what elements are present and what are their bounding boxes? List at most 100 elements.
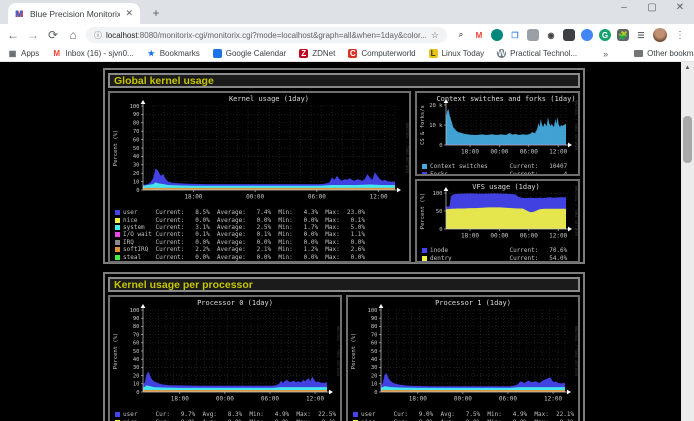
legend-swatch: [422, 172, 427, 176]
svg-text:50: 50: [133, 349, 140, 355]
bookmark-computerworld[interactable]: CComputerworld: [348, 49, 415, 58]
search-icon[interactable]: ⌕: [455, 29, 467, 41]
eye-icon[interactable]: ◉: [545, 29, 557, 41]
bookmark-inbox-16-sjvn0-[interactable]: MInbox (16) - sjvn0...: [52, 49, 133, 58]
tab-title: Blue Precision Monitorix: [30, 9, 120, 19]
page-info-icon[interactable]: ⓘ: [94, 30, 102, 41]
bookmark-google-calendar[interactable]: Google Calendar: [213, 49, 286, 58]
svg-text:100: 100: [130, 104, 140, 110]
bookmark-zdnet[interactable]: ZZDNet: [299, 49, 335, 58]
legend-text: user Current: 8.5% Average: 7.4% Min: 4.…: [123, 209, 365, 216]
star-icon: ★: [147, 49, 156, 58]
bookmark-linux-today[interactable]: L Linux Today: [429, 49, 485, 58]
kernel-usage-chart: 010203040506070809010018:0000:0006:0012:…: [110, 93, 409, 203]
svg-text:10: 10: [133, 179, 140, 185]
reload-icon[interactable]: ⟳: [46, 28, 60, 42]
processor-0-graph[interactable]: 010203040506070809010018:0000:0006:0012:…: [108, 295, 342, 421]
extensions-puzzle-icon[interactable]: 🧩: [617, 29, 629, 41]
svg-text:10 k: 10 k: [429, 123, 443, 129]
tab-blue-precision-monitorix[interactable]: M Blue Precision Monitorix ✕: [8, 3, 140, 24]
bookmark-practical-technol-[interactable]: WPractical Technol...: [497, 49, 577, 58]
new-tab-button[interactable]: +: [148, 6, 164, 22]
processor-1-legend: user Cur: 9.0% Avg: 7.5% Min: 4.9% Max: …: [348, 410, 578, 421]
context-switches-graph[interactable]: 010 k20 k18:0000:0006:0012:00Context swi…: [415, 91, 580, 176]
svg-text:20: 20: [133, 171, 140, 177]
legend-text: Context switches Current: 10407: [430, 163, 567, 170]
svg-text:40: 40: [133, 154, 140, 160]
gray-ext-icon[interactable]: [527, 29, 539, 41]
bookmark-label: Google Calendar: [226, 49, 286, 58]
bookmark-apps[interactable]: ▦Apps: [8, 49, 39, 58]
other-bookmarks[interactable]: Other bookmarks: [634, 49, 694, 58]
browser-menu-icon[interactable]: ⋮: [675, 30, 685, 41]
forward-icon[interactable]: →: [26, 28, 40, 42]
vfs-usage-legend: inode Current: 70.6%dentry Current: 54.0…: [417, 246, 578, 263]
bookmark-label: Linux Today: [442, 49, 485, 58]
svg-text:60: 60: [133, 137, 140, 143]
svg-text:Kernel usage (1day): Kernel usage (1day): [229, 95, 309, 103]
vertical-scrollbar[interactable]: ▲: [681, 62, 694, 421]
bookmark-label: Bookmarks: [160, 49, 200, 58]
legend-text: I/O wait Current: 0.1% Average: 0.1% Min…: [123, 231, 365, 238]
legend-row-nice: nice Current: 0.0% Average: 0.0% Min: 0.…: [115, 216, 409, 223]
svg-text:100: 100: [433, 191, 443, 197]
close-icon[interactable]: ✕: [674, 2, 686, 13]
browser-window: M Blue Precision Monitorix ✕ + – ▢ ✕ ← →…: [0, 0, 694, 421]
monitorix-page: Global kernel usage 01020304050607080901…: [0, 62, 681, 421]
svg-text:20 k: 20 k: [429, 103, 443, 109]
svg-text:RRDTOOL / TOBI OETIKER: RRDTOOL / TOBI OETIKER: [336, 326, 340, 377]
svg-text:RRDTOOL / TOBI OETIKER: RRDTOOL / TOBI OETIKER: [574, 186, 578, 237]
kernel-usage-graph[interactable]: 010203040506070809010018:0000:0006:0012:…: [108, 91, 411, 263]
blue-oval-icon[interactable]: [581, 29, 593, 41]
legend-row-user: user Cur: 9.7% Avg: 8.3% Min: 4.9% Max: …: [115, 411, 340, 418]
svg-text:18:00: 18:00: [409, 396, 427, 403]
tab-strip: M Blue Precision Monitorix ✕ + – ▢ ✕: [0, 0, 694, 24]
section-global-kernel-usage: Global kernel usage 01020304050607080901…: [103, 68, 585, 264]
legend-row-system: system Current: 3.1% Average: 2.5% Min: …: [115, 224, 409, 231]
minimize-icon[interactable]: –: [618, 2, 630, 13]
scrollbar-thumb[interactable]: [683, 116, 692, 163]
bookmark-bookmarks[interactable]: ★ Bookmarks: [147, 49, 200, 58]
monitorix-favicon: M: [15, 9, 25, 19]
svg-text:90: 90: [133, 316, 140, 322]
legend-swatch: [422, 248, 427, 253]
svg-text:80: 80: [371, 324, 378, 330]
tab-close-icon[interactable]: ✕: [125, 8, 133, 19]
svg-text:50: 50: [371, 349, 378, 355]
legend-text: steal Current: 0.0% Average: 0.0% Min: 0…: [123, 254, 365, 261]
bookmarks-overflow-icon[interactable]: »: [603, 49, 608, 59]
back-icon[interactable]: ←: [6, 28, 20, 42]
svg-text:0: 0: [136, 188, 139, 194]
dark-ext-icon[interactable]: [563, 29, 575, 41]
processor-1-graph[interactable]: 010203040506070809010018:0000:0006:0012:…: [346, 295, 580, 421]
linux-today-icon: L: [429, 49, 438, 58]
vfs-usage-graph[interactable]: 05010018:0000:0006:0012:00VFS usage (1da…: [415, 179, 580, 263]
apps-grid-icon: ▦: [8, 49, 17, 58]
profile-avatar[interactable]: [653, 28, 667, 42]
gmail-icon[interactable]: M: [473, 29, 485, 41]
tune-list-icon[interactable]: ☰: [635, 29, 647, 41]
maximize-icon[interactable]: ▢: [646, 2, 658, 13]
scroll-up-arrow-icon[interactable]: ▲: [681, 62, 694, 74]
grammarly-icon[interactable]: G: [599, 29, 611, 41]
legend-swatch: [115, 262, 120, 263]
legend-text: user Cur: 9.7% Avg: 8.3% Min: 4.9% Max: …: [123, 411, 336, 418]
legend-text: IRQ Current: 0.0% Average: 0.0% Min: 0.0…: [123, 239, 365, 246]
folder-icon: [634, 50, 643, 57]
svg-text:30: 30: [133, 365, 140, 371]
svg-text:18:00: 18:00: [461, 149, 479, 156]
url-bar[interactable]: ⓘ localhost:8080/monitorix-cgi/monitorix…: [86, 27, 447, 43]
copy-pages-icon[interactable]: ❐: [509, 29, 521, 41]
svg-text:80: 80: [133, 324, 140, 330]
processor-0-legend: user Cur: 9.7% Avg: 8.3% Min: 4.9% Max: …: [110, 410, 340, 421]
home-icon[interactable]: ⌂: [66, 28, 80, 42]
bookmark-star-icon[interactable]: ☆: [431, 30, 439, 41]
meet-icon[interactable]: [491, 29, 503, 41]
svg-text:60: 60: [371, 341, 378, 347]
browser-toolbar: ← → ⟳ ⌂ ⓘ localhost:8080/monitorix-cgi/m…: [0, 24, 694, 46]
svg-text:18:00: 18:00: [184, 194, 202, 201]
svg-text:12:00: 12:00: [544, 396, 562, 403]
svg-text:90: 90: [371, 316, 378, 322]
legend-text: file Current: 0.0%: [430, 262, 567, 263]
svg-text:12:00: 12:00: [306, 396, 324, 403]
